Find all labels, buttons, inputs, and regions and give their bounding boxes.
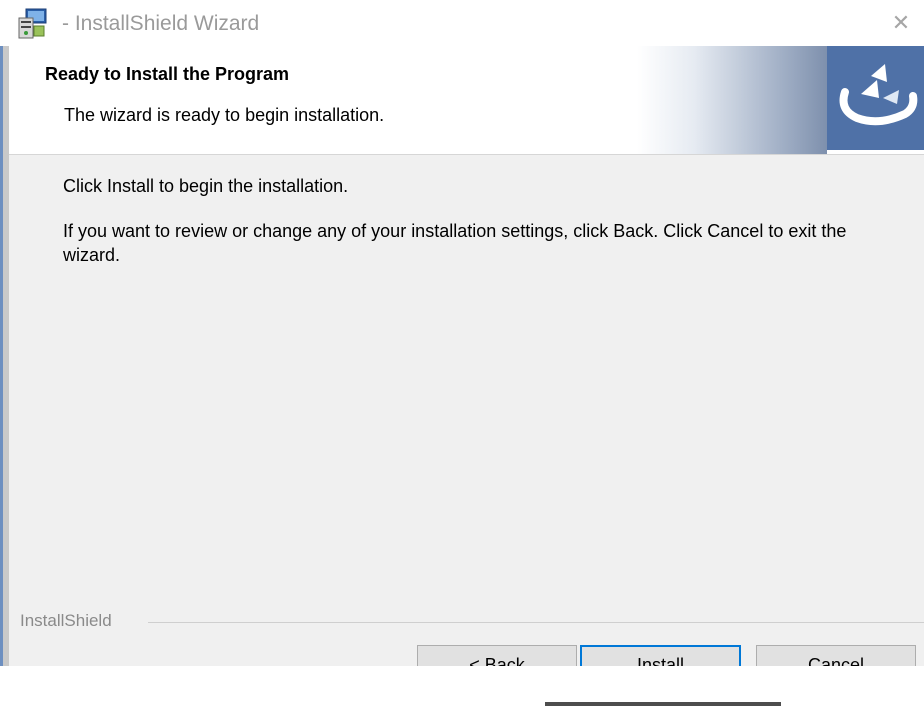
installer-icon bbox=[18, 8, 47, 39]
page-subtitle: The wizard is ready to begin installatio… bbox=[64, 105, 385, 125]
window-left-border bbox=[0, 46, 9, 666]
header-banner bbox=[637, 46, 827, 154]
instruction-text: Click Install to begin the installation. bbox=[63, 176, 349, 196]
brand-label: InstallShield bbox=[20, 611, 112, 630]
footer-divider bbox=[148, 622, 924, 623]
review-text: If you want to review or change any of y… bbox=[63, 221, 847, 265]
wizard-content: Click Install to begin the installation.… bbox=[9, 155, 924, 666]
window-bottom-edge bbox=[0, 666, 924, 706]
wizard-header: Ready to Install the Program The wizard … bbox=[9, 46, 924, 155]
installshield-logo-icon bbox=[827, 46, 924, 150]
close-icon: ✕ bbox=[891, 10, 911, 36]
close-button[interactable]: ✕ bbox=[878, 0, 924, 46]
title-bar: - InstallShield Wizard ✕ bbox=[0, 0, 924, 46]
page-title: Ready to Install the Program bbox=[45, 64, 290, 84]
window-title: - InstallShield Wizard bbox=[62, 12, 260, 35]
